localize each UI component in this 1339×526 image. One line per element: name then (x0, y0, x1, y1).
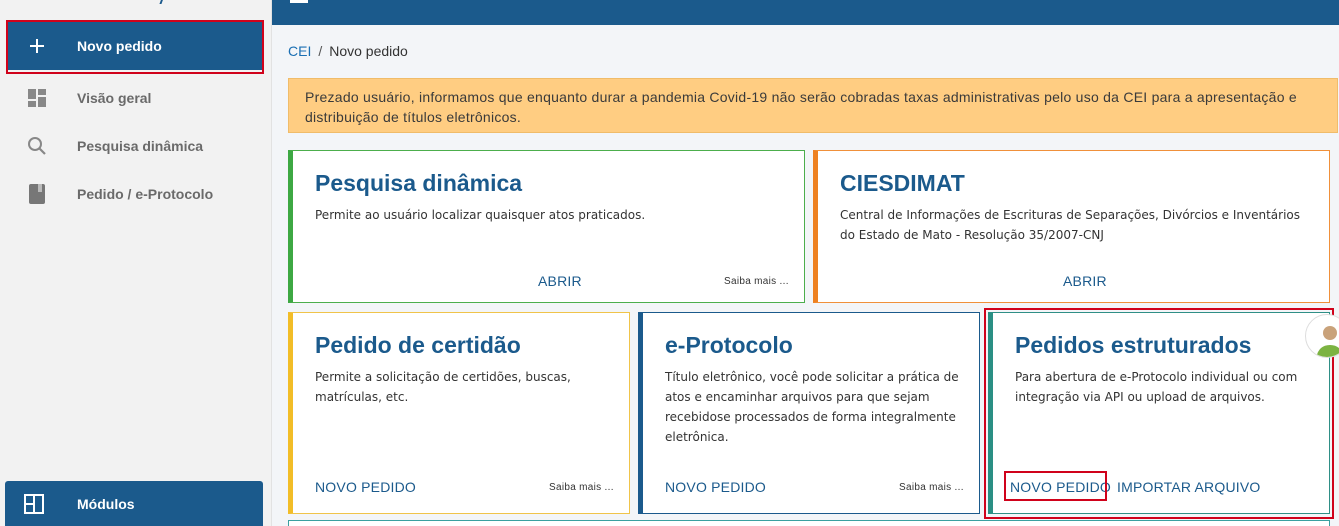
card-pesquisa-dinamica: Pesquisa dinâmica Permite ao usuário loc… (288, 150, 805, 303)
open-button[interactable]: ABRIR (1063, 273, 1107, 289)
card-description: Para abertura de e-Protocolo individual … (1015, 370, 1298, 404)
sidebar-item-label: Pedido / e-Protocolo (77, 186, 214, 202)
sidebar-item-visao-geral[interactable]: Visão geral (8, 74, 262, 122)
card-ciesdimat: CIESDIMAT Central de Informações de Escr… (813, 150, 1330, 303)
breadcrumb-root-link[interactable]: CEI (288, 43, 311, 59)
plus-icon (8, 37, 60, 55)
logo-fragment (153, 0, 167, 4)
modules-label: Módulos (77, 495, 135, 512)
modules-icon (5, 493, 61, 514)
sidebar-item-label: Pesquisa dinâmica (77, 138, 204, 154)
sidebar: Novo pedido Visão geral Pesquisa dinâmic… (0, 0, 272, 526)
card-title: CIESDIMAT (840, 170, 965, 196)
covid-notice-text: Prezado usuário, informamos que enquanto… (305, 89, 1297, 125)
sidebar-item-pesquisa-dinamica[interactable]: Pesquisa dinâmica (8, 122, 262, 170)
book-icon (8, 184, 60, 204)
learn-more-link[interactable]: Saiba mais ... (724, 276, 789, 287)
card-description: Permite a solicitação de certidões, busc… (315, 370, 571, 404)
card-title: Pedido de certidão (315, 332, 521, 358)
new-order-button[interactable]: NOVO PEDIDO (315, 479, 416, 495)
card-pedidos-estruturados: Pedidos estruturados Para abertura de e-… (988, 312, 1330, 514)
covid-notice: Prezado usuário, informamos que enquanto… (288, 78, 1338, 133)
new-order-button[interactable]: NOVO PEDIDO (665, 479, 766, 495)
card-description: Permite ao usuário localizar quaisquer a… (315, 208, 646, 222)
top-bar (272, 0, 1339, 25)
menu-icon[interactable] (290, 0, 308, 3)
sidebar-item-novo-pedido[interactable]: Novo pedido (8, 22, 262, 70)
sidebar-item-label: Visão geral (77, 90, 152, 106)
learn-more-link[interactable]: Saiba mais ... (549, 482, 614, 493)
sidebar-item-pedido-eprotocolo[interactable]: Pedido / e-Protocolo (8, 170, 262, 218)
card-title: Pesquisa dinâmica (315, 170, 523, 196)
card-description: Central de Informações de Escrituras de … (840, 208, 1301, 242)
import-file-button[interactable]: IMPORTAR ARQUIVO (1117, 479, 1260, 495)
sidebar-item-label: Novo pedido (77, 38, 162, 54)
card-title: Pedidos estruturados (1015, 332, 1252, 358)
next-card-edge (288, 520, 1330, 526)
card-title: e-Protocolo (665, 332, 793, 358)
user-avatar-icon (1316, 326, 1339, 357)
sidebar-modules-button[interactable]: Módulos (5, 481, 263, 526)
open-button[interactable]: ABRIR (538, 273, 582, 289)
search-icon (8, 136, 60, 156)
learn-more-link[interactable]: Saiba mais ... (899, 482, 964, 493)
new-order-button[interactable]: NOVO PEDIDO (1010, 479, 1111, 495)
breadcrumb-separator: / (318, 43, 323, 59)
dashboard-icon (8, 89, 60, 107)
breadcrumb: CEI / Novo pedido (288, 43, 408, 59)
card-e-protocolo: e-Protocolo Título eletrônico, você pode… (638, 312, 980, 514)
card-description: Título eletrônico, você pode solicitar a… (665, 370, 959, 444)
card-pedido-certidao: Pedido de certidão Permite a solicitação… (288, 312, 630, 514)
breadcrumb-current: Novo pedido (329, 43, 408, 59)
